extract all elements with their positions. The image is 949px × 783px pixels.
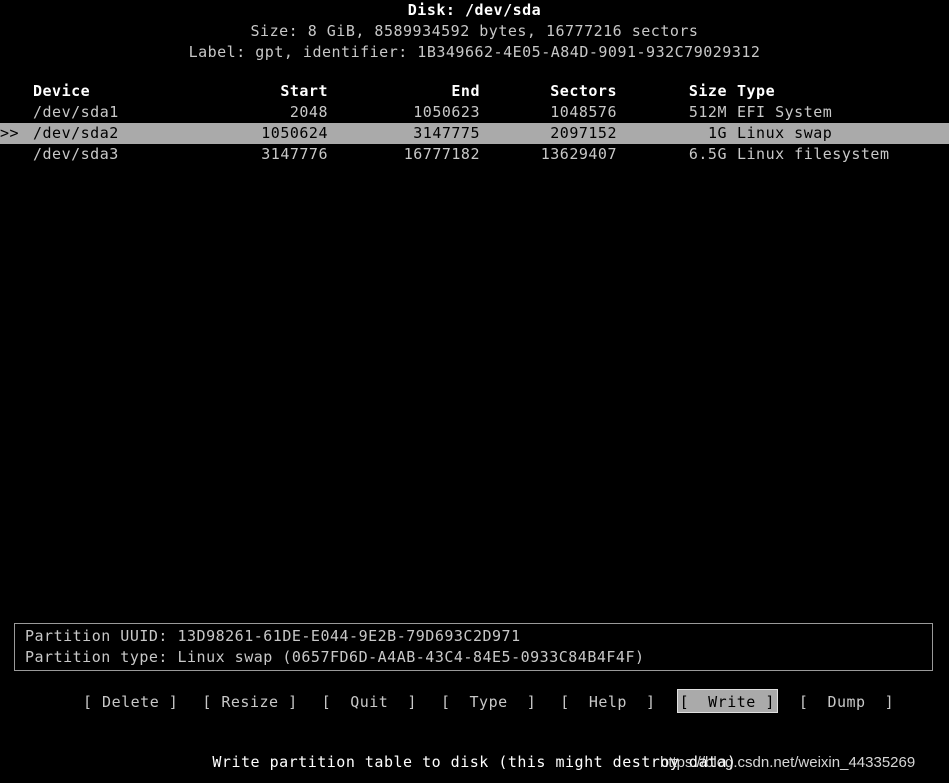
- row-type: EFI System: [737, 103, 833, 121]
- row-size: 6.5G: [688, 145, 727, 163]
- row-end: 16777182: [403, 145, 480, 163]
- menu-item-dump[interactable]: [ Dump ]: [796, 689, 897, 713]
- row-start: 3147776: [261, 145, 328, 163]
- menu-item-delete[interactable]: [ Delete ]: [80, 689, 181, 713]
- column-header-sectors: Sectors: [550, 82, 617, 100]
- row-sectors: 1048576: [550, 103, 617, 121]
- partition-type-line: Partition type: Linux swap (0657FD6D-A4A…: [25, 648, 645, 666]
- column-header-size: Size: [688, 82, 727, 100]
- row-type: Linux swap: [737, 124, 833, 142]
- menu-item-resize[interactable]: [ Resize ]: [199, 689, 300, 713]
- row-end: 3147775: [413, 124, 480, 142]
- menu-item-type[interactable]: [ Type ]: [438, 689, 539, 713]
- column-header-start: Start: [280, 82, 328, 100]
- row-end: 1050623: [413, 103, 480, 121]
- column-header-type: Type: [737, 82, 776, 100]
- row-size: 512M: [688, 103, 727, 121]
- row-start: 2048: [289, 103, 328, 121]
- table-row[interactable]: /dev/sda3 3147776 16777182 13629407 6.5G…: [0, 144, 949, 165]
- disk-label-line: Label: gpt, identifier: 1B349662-4E05-A8…: [188, 43, 761, 61]
- table-row-selected[interactable]: >> /dev/sda2 1050624 3147775 2097152 1G …: [0, 123, 949, 144]
- menu-item-help[interactable]: [ Help ]: [557, 689, 658, 713]
- row-size: 1G: [707, 124, 727, 142]
- action-menu: [ Delete ] [ Resize ] [ Quit ] [ Type ] …: [80, 688, 915, 714]
- menu-item-quit[interactable]: [ Quit ]: [319, 689, 420, 713]
- row-selection-marker: >>: [0, 124, 20, 142]
- row-sectors: 2097152: [550, 124, 617, 142]
- disk-header: Disk: /dev/sda Size: 8 GiB, 8589934592 b…: [0, 0, 949, 63]
- row-sectors: 13629407: [540, 145, 617, 163]
- partition-uuid-line: Partition UUID: 13D98261-61DE-E044-9E2B-…: [25, 627, 521, 645]
- partition-info-box: Partition UUID: 13D98261-61DE-E044-9E2B-…: [14, 623, 933, 671]
- disk-title: Disk: /dev/sda: [407, 1, 542, 19]
- table-header-row: Device Start End Sectors Size Type: [0, 81, 949, 102]
- disk-size-line: Size: 8 GiB, 8589934592 bytes, 16777216 …: [250, 22, 699, 40]
- column-header-end: End: [451, 82, 480, 100]
- row-selection-marker: [0, 144, 30, 165]
- row-start: 1050624: [261, 124, 328, 142]
- status-line: Write partition table to disk (this migh…: [212, 753, 737, 771]
- menu-item-write[interactable]: [ Write ]: [676, 689, 778, 713]
- partition-table: Device Start End Sectors Size Type /dev/…: [0, 81, 949, 165]
- row-type: Linux filesystem: [737, 145, 890, 163]
- row-selection-marker: [0, 102, 30, 123]
- table-row[interactable]: /dev/sda1 2048 1050623 1048576 512M EFI …: [0, 102, 949, 123]
